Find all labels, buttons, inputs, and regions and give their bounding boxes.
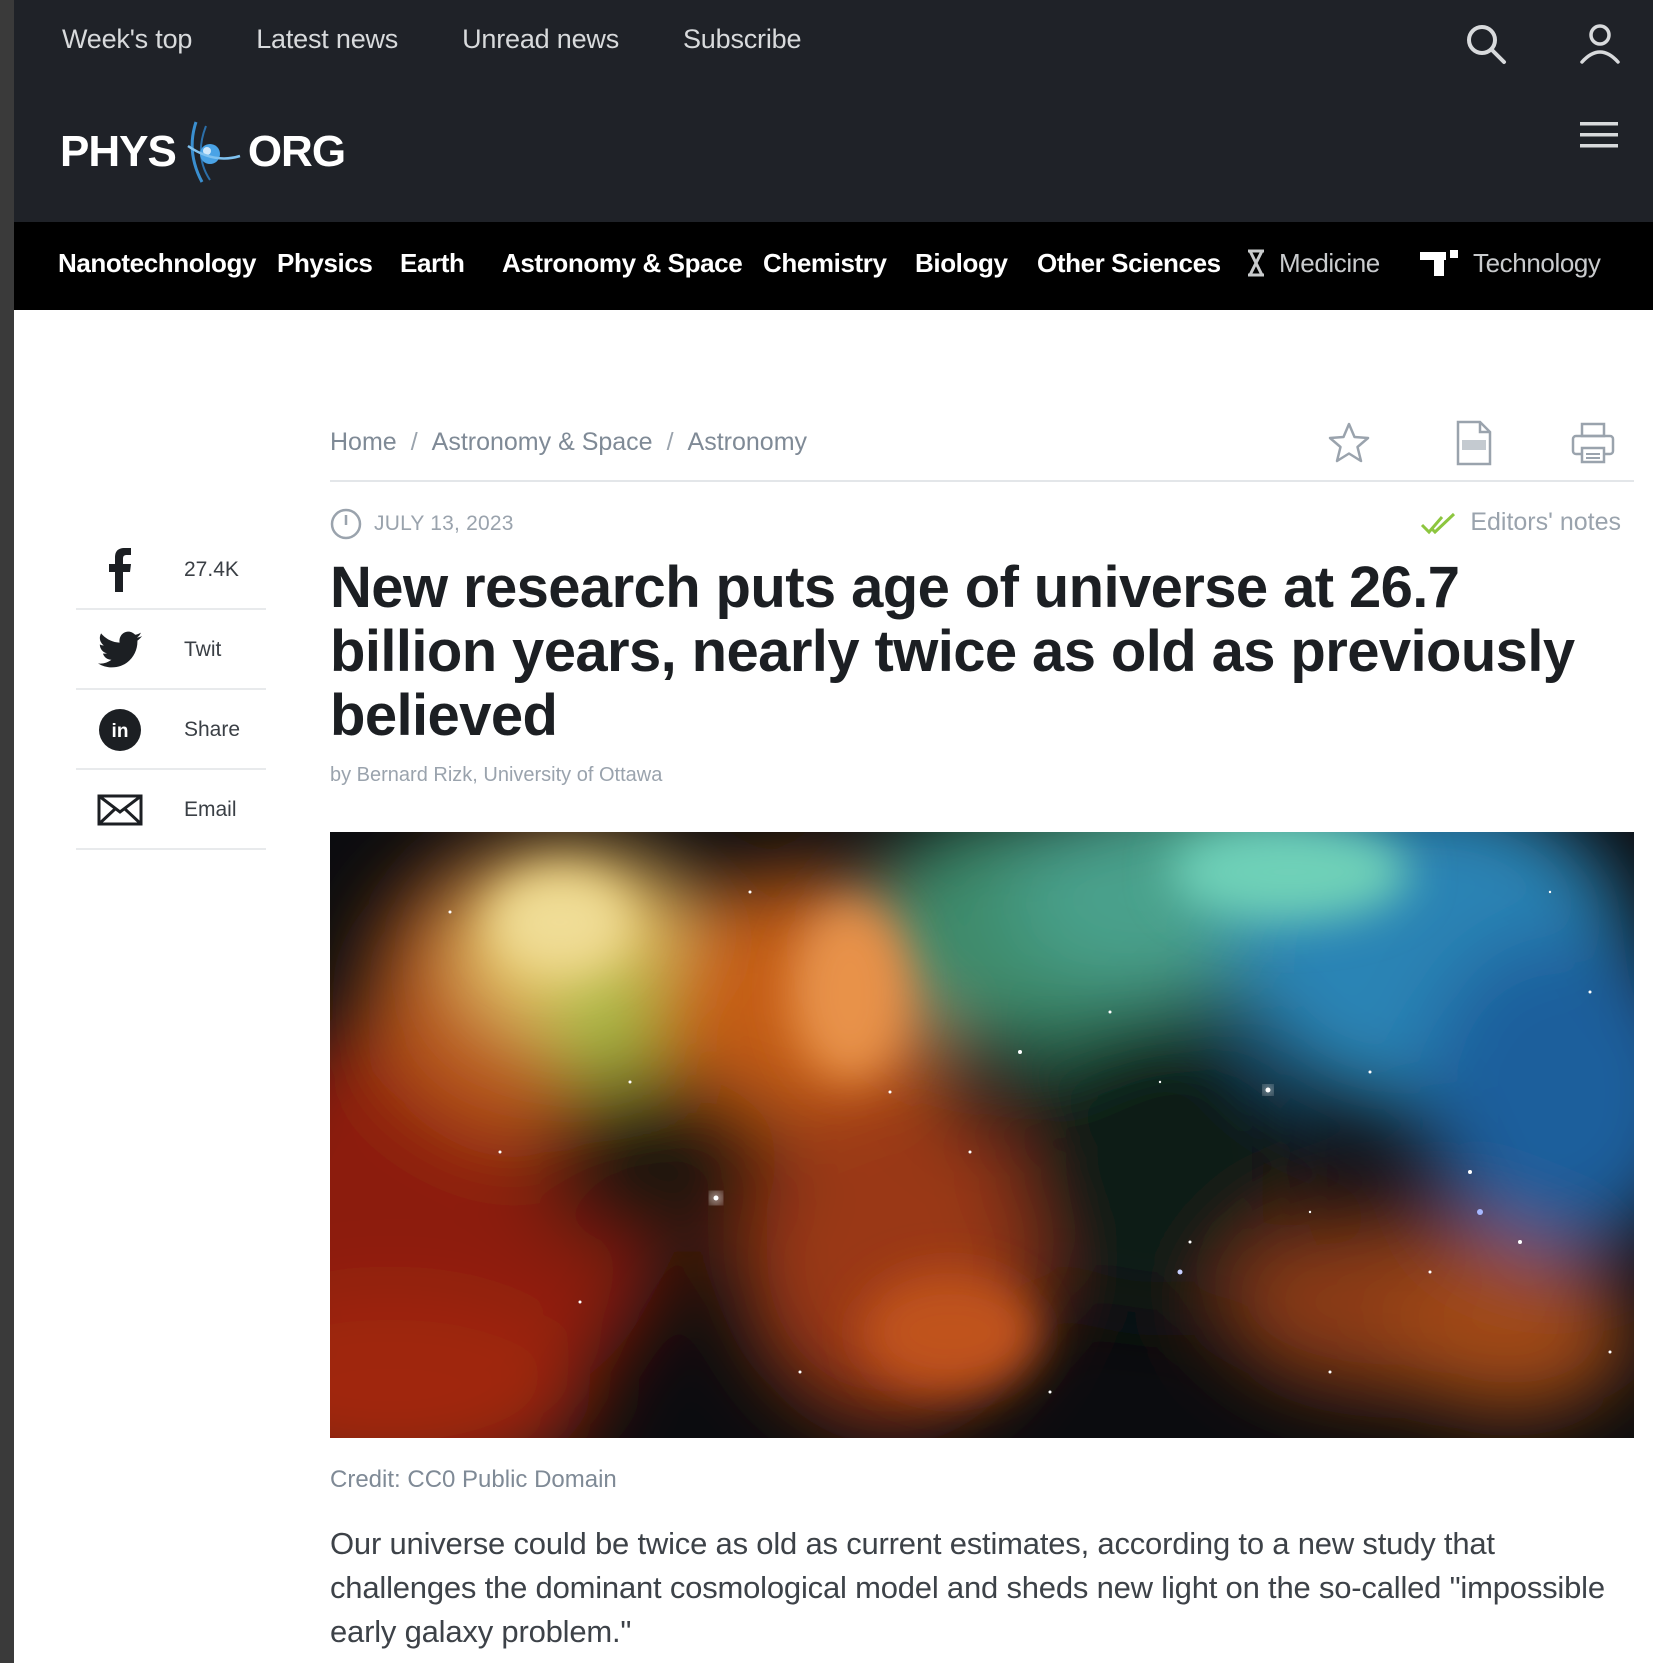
share-rail: 27.4K Twit in Share Email bbox=[76, 530, 266, 850]
breadcrumb-separator: / bbox=[666, 428, 674, 456]
svg-text:in: in bbox=[112, 721, 129, 742]
share-linkedin[interactable]: in Share bbox=[76, 690, 266, 770]
search-icon[interactable] bbox=[1462, 20, 1510, 68]
divider bbox=[330, 480, 1634, 482]
top-nav-subscribe[interactable]: Subscribe bbox=[683, 24, 801, 55]
breadcrumb-astronomy-space[interactable]: Astronomy & Space bbox=[432, 428, 653, 457]
top-nav-weeks-top[interactable]: Week's top bbox=[62, 24, 192, 55]
article-hero-image bbox=[330, 832, 1634, 1438]
technology-block-icon bbox=[1418, 248, 1460, 283]
article-lead-paragraph: Our universe could be twice as old as cu… bbox=[330, 1526, 1605, 1649]
linkedin-icon: in bbox=[96, 709, 144, 751]
breadcrumb-home[interactable]: Home bbox=[330, 428, 397, 457]
email-icon bbox=[96, 790, 144, 830]
linkedin-share-label: Share bbox=[184, 718, 241, 741]
hamburger-menu-icon[interactable] bbox=[1576, 116, 1624, 156]
breadcrumb-astronomy[interactable]: Astronomy bbox=[688, 428, 807, 457]
category-physics[interactable]: Physics bbox=[277, 248, 373, 279]
logo-left-word: PHYS bbox=[60, 127, 177, 176]
site-logo[interactable]: PHYS ORG bbox=[60, 112, 346, 192]
share-facebook[interactable]: 27.4K bbox=[76, 530, 266, 610]
page: Week's top Latest news Unread news Subsc… bbox=[14, 0, 1653, 1663]
category-medicine[interactable]: Medicine bbox=[1279, 248, 1380, 279]
facebook-icon bbox=[96, 548, 144, 592]
facebook-share-count: 27.4K bbox=[184, 558, 239, 581]
email-share-label: Email bbox=[184, 798, 237, 821]
category-nav: Nanotechnology Physics Earth Astronomy &… bbox=[14, 222, 1653, 310]
editors-notes-link[interactable]: Editors' notes bbox=[1420, 508, 1621, 537]
editors-notes-label: Editors' notes bbox=[1470, 508, 1621, 536]
category-other-sciences[interactable]: Other Sciences bbox=[1037, 248, 1221, 279]
top-nav-latest-news[interactable]: Latest news bbox=[256, 24, 398, 55]
category-nanotechnology[interactable]: Nanotechnology bbox=[58, 248, 256, 279]
twitter-icon bbox=[96, 630, 144, 670]
medicine-hourglass-icon bbox=[1245, 248, 1267, 283]
bookmark-star-icon[interactable] bbox=[1326, 420, 1372, 466]
category-chemistry[interactable]: Chemistry bbox=[763, 248, 887, 279]
article-date-text: JULY 13, 2023 bbox=[374, 512, 514, 535]
breadcrumb: Home / Astronomy & Space / Astronomy bbox=[330, 428, 807, 457]
category-earth[interactable]: Earth bbox=[400, 248, 465, 279]
article-byline: by Bernard Rizk, University of Ottawa bbox=[330, 764, 663, 786]
share-email[interactable]: Email bbox=[76, 770, 266, 850]
share-twitter[interactable]: Twit bbox=[76, 610, 266, 690]
twitter-share-label: Twit bbox=[184, 638, 222, 661]
logo-right-word: ORG bbox=[247, 127, 346, 176]
article-title: New research puts age of universe at 26.… bbox=[330, 555, 1575, 748]
clock-icon bbox=[330, 508, 362, 540]
print-icon[interactable] bbox=[1570, 420, 1616, 466]
category-astronomy-space[interactable]: Astronomy & Space bbox=[502, 248, 743, 279]
breadcrumb-separator: / bbox=[410, 428, 418, 456]
double-check-icon bbox=[1421, 512, 1456, 534]
site-header: Week's top Latest news Unread news Subsc… bbox=[14, 0, 1653, 222]
category-technology[interactable]: Technology bbox=[1473, 248, 1601, 279]
top-nav-unread-news[interactable]: Unread news bbox=[462, 24, 619, 55]
image-credit: Credit: CC0 Public Domain bbox=[330, 1466, 617, 1493]
article-date: JULY 13, 2023 bbox=[330, 508, 514, 540]
pdf-icon[interactable] bbox=[1450, 420, 1496, 466]
top-nav: Week's top Latest news Unread news Subsc… bbox=[62, 24, 801, 55]
category-biology[interactable]: Biology bbox=[915, 248, 1008, 279]
logo-orbit-icon bbox=[187, 121, 241, 183]
user-account-icon[interactable] bbox=[1576, 20, 1624, 68]
